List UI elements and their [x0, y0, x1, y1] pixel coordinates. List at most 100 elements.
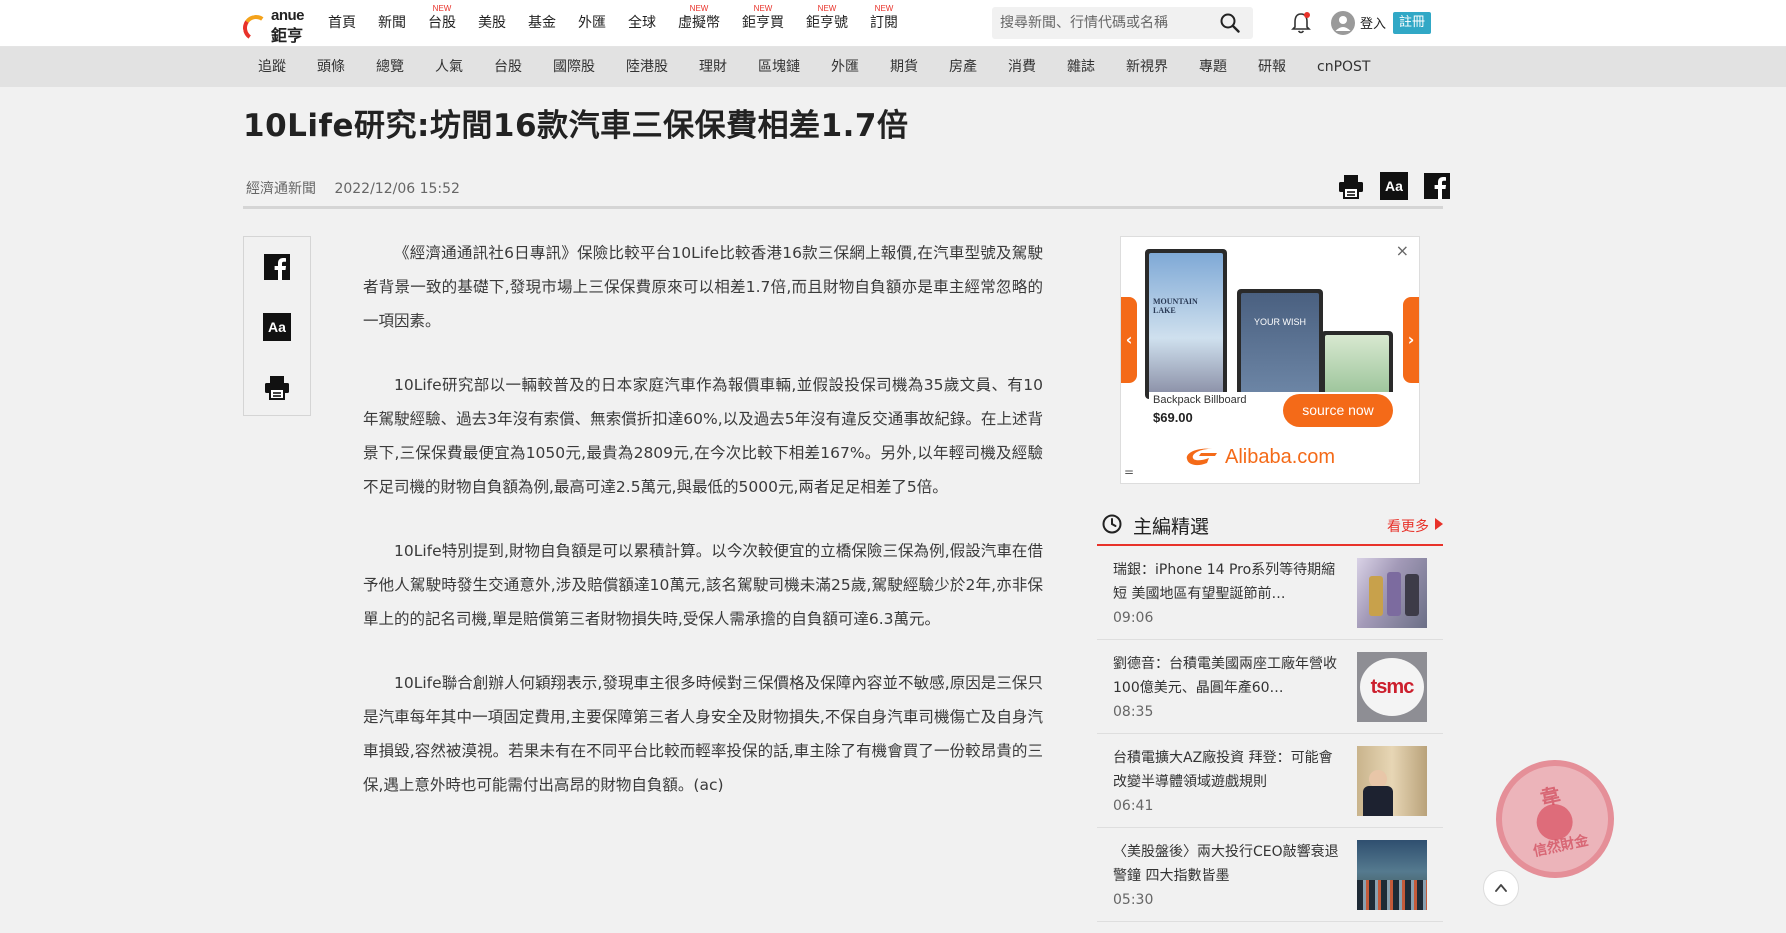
ad-screen-label: YOUR WISH — [1253, 317, 1306, 327]
search-box — [992, 7, 1253, 39]
subnav-item-new-vision[interactable]: 新視界 — [1126, 47, 1168, 87]
ad-screen-poster: YOUR WISH — [1237, 289, 1323, 399]
user-avatar-icon[interactable] — [1331, 11, 1355, 35]
ad-menu-icon[interactable]: = — [1124, 465, 1134, 479]
pick-time: 06:41 — [1113, 798, 1154, 814]
editor-pick-item[interactable]: 〈美股盤後〉兩大投行CEO敲響衰退警鐘 四大指數皆墨 05:30 — [1097, 828, 1443, 922]
subnav-item-property[interactable]: 房產 — [949, 47, 977, 87]
editor-pick-item[interactable]: 劉德音：台積電美國兩座工廠年營收100億美元、晶圓年產60… 08:35 tsm… — [1097, 640, 1443, 734]
subnav-item-cn-hk-stock[interactable]: 陸港股 — [626, 47, 668, 87]
print-icon — [1339, 175, 1363, 199]
facebook-share-button[interactable] — [1423, 172, 1451, 200]
pick-title[interactable]: 劉德音：台積電美國兩座工廠年營收100億美元、晶圓年產60… — [1113, 652, 1343, 700]
editor-picks: 主編精選 看更多 瑞銀：iPhone 14 Pro系列等待期縮短 美國地區有望聖… — [1097, 506, 1443, 922]
print-icon — [265, 376, 289, 400]
pick-title[interactable]: 〈美股盤後〉兩大投行CEO敲響衰退警鐘 四大指數皆墨 — [1113, 840, 1343, 888]
alibaba-logo: Alibaba.com — [1183, 445, 1335, 469]
article-paragraph: 10Life研究部以一輛較普及的日本家庭汽車作為報價車輛,並假設投保司機為35歲… — [363, 376, 1043, 496]
editor-picks-title: 主編精選 — [1133, 516, 1210, 538]
nav-item-crypto[interactable]: NEW 虛擬幣 — [678, 0, 720, 47]
ad-screen-small — [1321, 331, 1393, 399]
anue-logo[interactable]: anue 鉅亨 — [240, 7, 309, 45]
register-button[interactable]: 註冊 — [1393, 12, 1431, 34]
main-nav: 首頁 新聞 NEW 台股 美股 基金 外匯 全球 NEW 虛擬幣 NEW 鉅亨買 NE… — [328, 0, 920, 47]
article-meta: 經濟通新聞 2022/12/06 15:52 — [246, 178, 474, 198]
subnav-item-topics[interactable]: 專題 — [1199, 47, 1227, 87]
nav-item-anue-column[interactable]: NEW 鉅亨號 — [806, 0, 848, 47]
caret-right-icon[interactable] — [1435, 518, 1443, 530]
pick-title[interactable]: 瑞銀：iPhone 14 Pro系列等待期縮短 美國地區有望聖誕節前… — [1113, 558, 1343, 606]
search-input[interactable] — [1000, 11, 1214, 35]
see-more-link[interactable]: 看更多 — [1387, 516, 1429, 536]
subnav-item-wealth[interactable]: 理財 — [699, 47, 727, 87]
subnav-item-follow[interactable]: 追蹤 — [258, 47, 286, 87]
ad-screen-label: MOUNTAIN LAKE — [1153, 297, 1198, 315]
subnav-item-overview[interactable]: 總覽 — [376, 47, 404, 87]
subnav-item-forex[interactable]: 外匯 — [831, 47, 859, 87]
logo-text-zh: 鉅亨 — [271, 26, 304, 45]
font-size-icon: Aa — [1385, 178, 1403, 194]
facebook-icon — [1424, 173, 1450, 199]
nav-item-anue-buy[interactable]: NEW 鉅亨買 — [742, 0, 784, 47]
nav-item-home[interactable]: 首頁 — [328, 0, 356, 47]
share-rail: Aa — [243, 236, 311, 416]
nav-item-subscribe[interactable]: NEW 訂閱 — [870, 0, 898, 47]
subnav-item-magazine[interactable]: 雜誌 — [1067, 47, 1095, 87]
pick-title[interactable]: 台積電擴大AZ廠投資 拜登：可能會改變半導體領域遊戲規則 — [1113, 746, 1343, 794]
pick-thumbnail[interactable]: tsmc — [1357, 652, 1427, 722]
ad-price: $69.00 — [1153, 410, 1193, 425]
article-paragraph: 10Life聯合創辦人何穎翔表示,發現車主很多時候對三保價格及保障內容並不敏感,… — [363, 674, 1043, 794]
nav-item-global[interactable]: 全球 — [628, 0, 656, 47]
subnav-item-popular[interactable]: 人氣 — [435, 47, 463, 87]
rail-facebook-button[interactable] — [263, 253, 291, 281]
subnav-item-futures[interactable]: 期貨 — [890, 47, 918, 87]
advertisement[interactable]: × MOUNTAIN LAKE YOUR WISH ‹ › Backpack B… — [1120, 236, 1420, 484]
pick-time: 08:35 — [1113, 704, 1154, 720]
nav-item-us-stock[interactable]: 美股 — [478, 0, 506, 47]
subnav-item-intl-stock[interactable]: 國際股 — [553, 47, 595, 87]
article-source: 經濟通新聞 — [246, 181, 316, 197]
subnav-item-tw-stock[interactable]: 台股 — [494, 47, 522, 87]
subnav-item-research[interactable]: 研報 — [1258, 47, 1286, 87]
font-size-button[interactable]: Aa — [1380, 172, 1408, 200]
article-body: 《經濟通通訊社6日專訊》保險比較平台10Life比較香港16款三保網上報價,在汽… — [363, 236, 1043, 832]
ad-prev-arrow-icon[interactable]: ‹ — [1121, 297, 1137, 383]
subnav-item-consumer[interactable]: 消費 — [1008, 47, 1036, 87]
sub-nav: 追蹤 頭條 總覽 人氣 台股 國際股 陸港股 理財 區塊鏈 外匯 期貨 房產 消… — [0, 47, 1786, 87]
subnav-item-headlines[interactable]: 頭條 — [317, 47, 345, 87]
editor-pick-item[interactable]: 瑞銀：iPhone 14 Pro系列等待期縮短 美國地區有望聖誕節前… 09:0… — [1097, 546, 1443, 640]
pick-thumbnail[interactable] — [1357, 840, 1427, 910]
ad-close-icon[interactable]: × — [1396, 241, 1409, 260]
article-paragraph: 10Life特別提到,財物自負額是可以累積計算。以今次較便宜的立橋保險三保為例,… — [363, 542, 1043, 628]
print-button[interactable] — [1337, 172, 1365, 200]
new-badge: NEW — [689, 4, 709, 13]
font-size-icon: Aa — [268, 319, 286, 335]
search-icon[interactable] — [1220, 13, 1240, 33]
ad-product-name: Backpack Billboard — [1153, 394, 1247, 406]
nav-item-fund[interactable]: 基金 — [528, 0, 556, 47]
editor-pick-item[interactable]: 台積電擴大AZ廠投資 拜登：可能會改變半導體領域遊戲規則 06:41 — [1097, 734, 1443, 828]
subnav-item-blockchain[interactable]: 區塊鏈 — [758, 47, 800, 87]
article-title: 10Life研究:坊間16款汽車三保保費相差1.7倍 — [243, 108, 909, 144]
scroll-to-top-button[interactable] — [1483, 870, 1519, 906]
article-paragraph: 《經濟通通訊社6日專訊》保險比較平台10Life比較香港16款三保網上報價,在汽… — [363, 244, 1043, 330]
rail-print-button[interactable] — [263, 373, 291, 401]
rail-font-size-button[interactable]: Aa — [263, 313, 291, 341]
login-link[interactable]: 登入 — [1360, 13, 1386, 32]
ad-next-arrow-icon[interactable]: › — [1403, 297, 1419, 383]
bell-icon[interactable] — [1290, 11, 1312, 35]
nav-item-tw-stock[interactable]: NEW 台股 — [428, 0, 456, 47]
nav-item-news[interactable]: 新聞 — [378, 0, 406, 47]
new-badge: NEW — [874, 4, 894, 13]
article-datetime: 2022/12/06 15:52 — [334, 181, 460, 197]
new-badge: NEW — [817, 4, 837, 13]
subnav-item-cnpost[interactable]: cnPOST — [1317, 47, 1370, 87]
pick-thumbnail[interactable] — [1357, 746, 1427, 816]
title-divider — [243, 206, 1443, 209]
nav-item-forex[interactable]: 外匯 — [578, 0, 606, 47]
article-tools: Aa — [1322, 172, 1451, 200]
alibaba-mark-icon — [1186, 448, 1217, 466]
ad-source-now-button[interactable]: source now — [1283, 394, 1393, 427]
top-bar: anue 鉅亨 首頁 新聞 NEW 台股 美股 基金 外匯 全球 NEW 虛擬幣 N… — [0, 0, 1786, 47]
pick-thumbnail[interactable] — [1357, 558, 1427, 628]
